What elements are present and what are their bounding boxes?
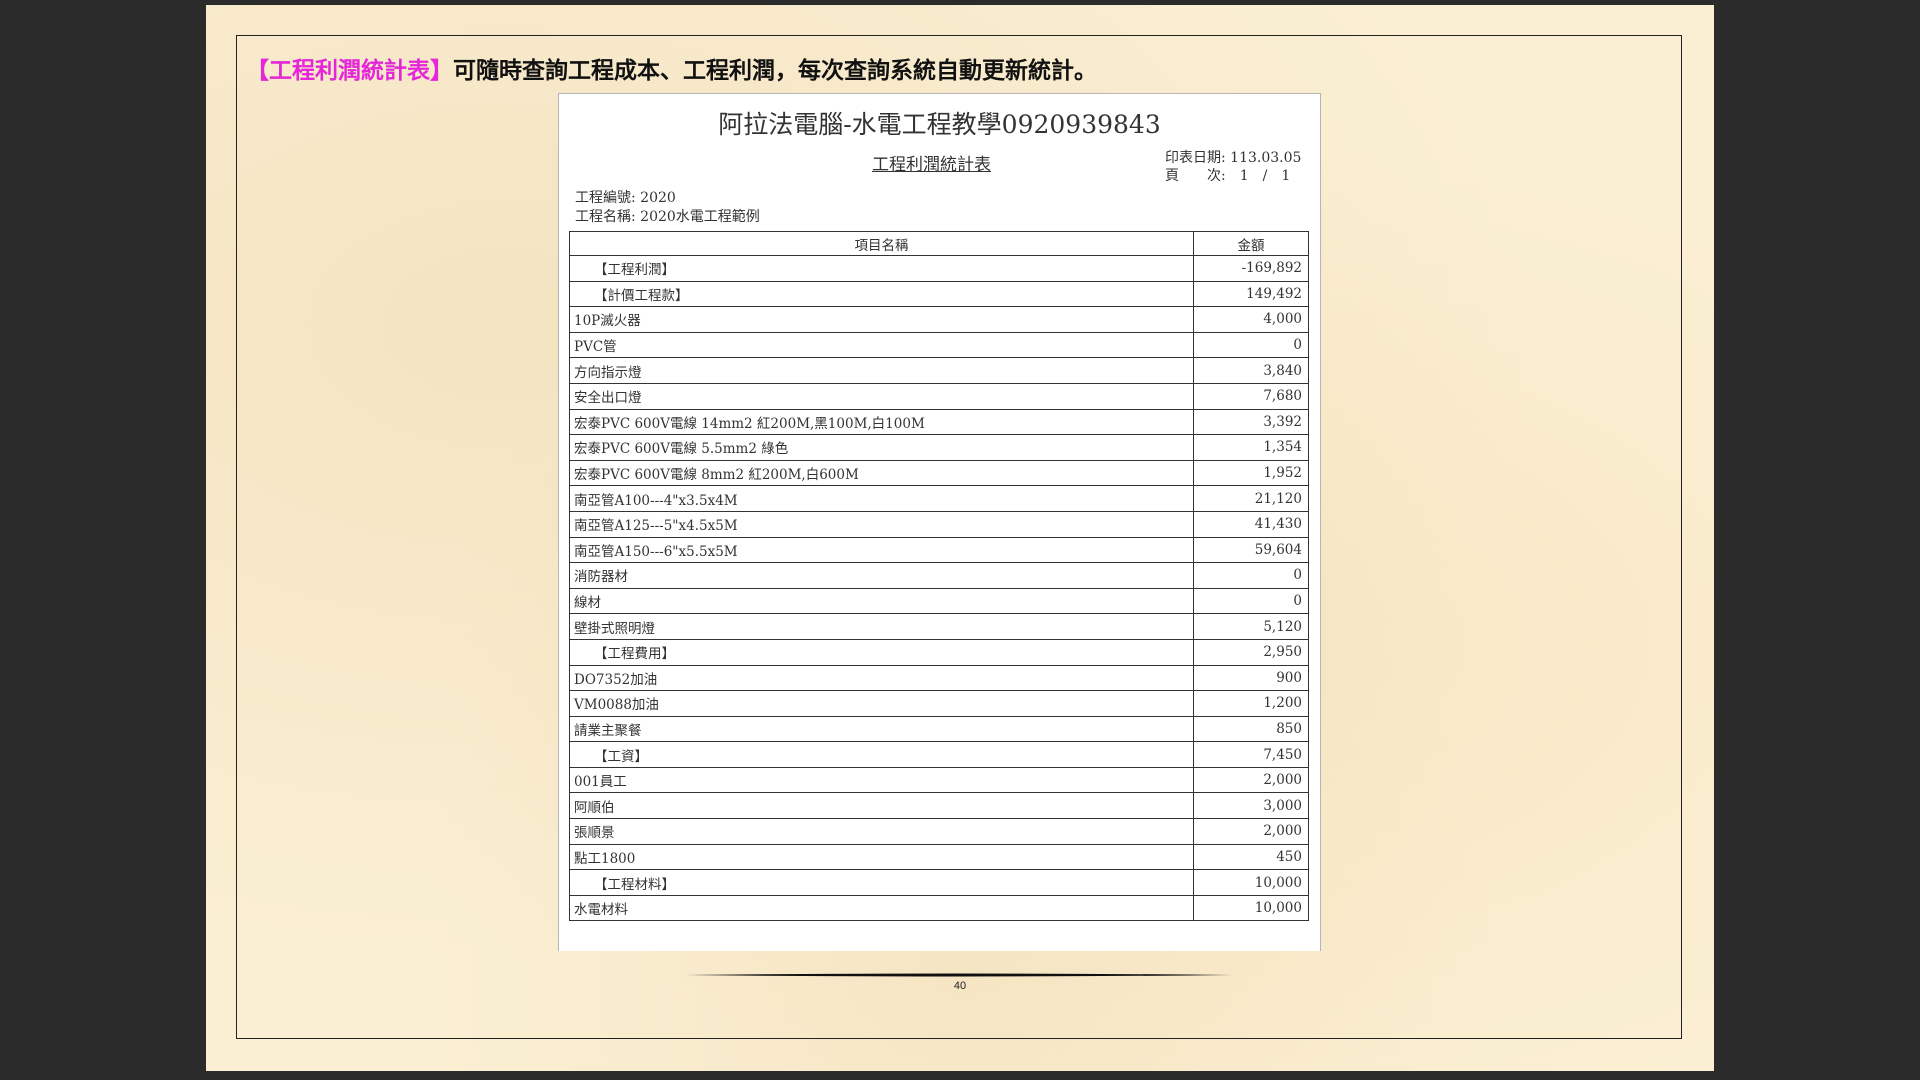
category-name-cell: 【工資】 bbox=[569, 741, 1194, 768]
amount-cell: 7,450 bbox=[1193, 741, 1309, 768]
item-name-cell: 線材 bbox=[569, 587, 1194, 615]
report-meta-right: 印表日期: 113.03.05 頁 次: 1 / 1 bbox=[1165, 149, 1301, 185]
amount-cell: 450 bbox=[1193, 843, 1309, 871]
amount-cell: 5,120 bbox=[1193, 613, 1309, 640]
page-heading: 【工程利潤統計表】可隨時查詢工程成本、工程利潤，每次查詢系統自動更新統計。 bbox=[246, 51, 1097, 85]
item-name-cell: 宏泰PVC 600V電線 5.5mm2 綠色 bbox=[569, 434, 1194, 461]
table-header-row: 項目名稱 金額 bbox=[569, 231, 1309, 256]
item-name-cell: 請業主聚餐 bbox=[569, 715, 1194, 743]
amount-cell: 3,000 bbox=[1193, 792, 1309, 820]
table-row: 【工程利潤】 -169,892 bbox=[569, 255, 1309, 282]
table-row: 請業主聚餐 850 bbox=[569, 715, 1309, 743]
amount-cell: 7,680 bbox=[1193, 382, 1309, 410]
table-row: 【計價工程款】 149,492 bbox=[569, 280, 1309, 308]
amount-cell: 41,430 bbox=[1193, 510, 1309, 538]
profit-table: 項目名稱 金額 【工程利潤】 -169,892 【計價工程款】 149,492 10P滅… bbox=[569, 231, 1309, 922]
table-row: 線材 0 bbox=[569, 587, 1309, 615]
table-row: 10P滅火器 4,000 bbox=[569, 306, 1309, 333]
table-row: DO7352加油 900 bbox=[569, 664, 1309, 692]
column-header-item-name: 項目名稱 bbox=[569, 231, 1194, 256]
table-row: 001員工 2,000 bbox=[569, 766, 1309, 794]
report-title: 工程利潤統計表 bbox=[872, 155, 991, 175]
amount-cell: 0 bbox=[1193, 562, 1309, 589]
heading-text: 可隨時查詢工程成本、工程利潤，每次查詢系統自動更新統計。 bbox=[453, 58, 1097, 84]
item-name-cell: DO7352加油 bbox=[569, 664, 1194, 692]
amount-cell: 1,354 bbox=[1193, 434, 1309, 461]
page-counter: 頁 次: 1 / 1 bbox=[1165, 168, 1291, 184]
table-row: 消防器材 0 bbox=[569, 562, 1309, 589]
item-name-cell: 阿順伯 bbox=[569, 792, 1194, 820]
amount-cell: 59,604 bbox=[1193, 536, 1309, 564]
amount-cell: 900 bbox=[1193, 664, 1309, 692]
amount-cell: 149,492 bbox=[1193, 280, 1309, 308]
item-name-cell: 南亞管A150---6"x5.5x5M bbox=[569, 536, 1194, 564]
table-row: 【工程材料】 10,000 bbox=[569, 869, 1309, 896]
table-row: 【工程費用】 2,950 bbox=[569, 638, 1309, 666]
category-name-cell: 【工程利潤】 bbox=[569, 255, 1194, 282]
amount-cell: 3,840 bbox=[1193, 357, 1309, 384]
item-name-cell: 宏泰PVC 600V電線 8mm2 紅200M,白600M bbox=[569, 459, 1194, 487]
amount-cell: -169,892 bbox=[1193, 255, 1309, 282]
report-screenshot: 阿拉法電腦-水電工程教學0920939843 工程利潤統計表 印表日期: 113… bbox=[558, 93, 1321, 951]
heading-highlight: 【工程利潤統計表】 bbox=[246, 58, 453, 84]
table-row: 宏泰PVC 600V電線 14mm2 紅200M,黑100M,白100M 3,39… bbox=[569, 408, 1309, 436]
amount-cell: 3,392 bbox=[1193, 408, 1309, 436]
item-name-cell: 消防器材 bbox=[569, 562, 1194, 589]
item-name-cell: VM0088加油 bbox=[569, 690, 1194, 717]
amount-cell: 21,120 bbox=[1193, 485, 1309, 512]
amount-cell: 10,000 bbox=[1193, 869, 1309, 896]
table-row: 壁掛式照明燈 5,120 bbox=[569, 613, 1309, 640]
table-row: 南亞管A100---4"x3.5x4M 21,120 bbox=[569, 485, 1309, 512]
amount-cell: 2,000 bbox=[1193, 766, 1309, 794]
page-number: 40 bbox=[953, 980, 967, 992]
amount-cell: 850 bbox=[1193, 715, 1309, 743]
item-name-cell: 點工1800 bbox=[569, 843, 1194, 871]
table-row: 安全出口燈 7,680 bbox=[569, 382, 1309, 410]
table-row: PVC管 0 bbox=[569, 331, 1309, 359]
table-row: 宏泰PVC 600V電線 8mm2 紅200M,白600M 1,952 bbox=[569, 459, 1309, 487]
amount-cell: 2,000 bbox=[1193, 818, 1309, 845]
item-name-cell: 壁掛式照明燈 bbox=[569, 613, 1194, 640]
amount-cell: 4,000 bbox=[1193, 306, 1309, 333]
amount-cell: 1,200 bbox=[1193, 690, 1309, 717]
category-name-cell: 【工程材料】 bbox=[569, 869, 1194, 896]
table-row: 方向指示燈 3,840 bbox=[569, 357, 1309, 384]
item-name-cell: 001員工 bbox=[569, 766, 1194, 794]
table-body: 【工程利潤】 -169,892 【計價工程款】 149,492 10P滅火器 4,000 P… bbox=[569, 255, 1309, 922]
table-row: 水電材料 10,000 bbox=[569, 894, 1309, 922]
table-row: VM0088加油 1,200 bbox=[569, 690, 1309, 717]
footer-divider bbox=[686, 973, 1232, 977]
item-name-cell: PVC管 bbox=[569, 331, 1194, 359]
amount-cell: 0 bbox=[1193, 331, 1309, 359]
project-number: 工程編號: 2020 bbox=[575, 190, 676, 206]
table-row: 阿順伯 3,000 bbox=[569, 792, 1309, 820]
item-name-cell: 方向指示燈 bbox=[569, 357, 1194, 384]
table-row: 點工1800 450 bbox=[569, 843, 1309, 871]
amount-cell: 2,950 bbox=[1193, 638, 1309, 666]
table-row: 張順景 2,000 bbox=[569, 818, 1309, 845]
document-page: 【工程利潤統計表】可隨時查詢工程成本、工程利潤，每次查詢系統自動更新統計。 阿拉… bbox=[206, 5, 1714, 1071]
item-name-cell: 水電材料 bbox=[569, 894, 1194, 922]
project-name: 工程名稱: 2020水電工程範例 bbox=[575, 209, 760, 225]
category-name-cell: 【計價工程款】 bbox=[569, 280, 1194, 308]
amount-cell: 10,000 bbox=[1193, 894, 1309, 922]
table-row: 南亞管A150---6"x5.5x5M 59,604 bbox=[569, 536, 1309, 564]
amount-cell: 0 bbox=[1193, 587, 1309, 615]
print-date: 印表日期: 113.03.05 bbox=[1165, 150, 1302, 166]
category-name-cell: 【工程費用】 bbox=[569, 638, 1194, 666]
project-info: 工程編號: 2020 工程名稱: 2020水電工程範例 bbox=[575, 189, 760, 227]
item-name-cell: 南亞管A125---5"x4.5x5M bbox=[569, 510, 1194, 538]
table-row: 宏泰PVC 600V電線 5.5mm2 綠色 1,354 bbox=[569, 434, 1309, 461]
item-name-cell: 南亞管A100---4"x3.5x4M bbox=[569, 485, 1194, 512]
item-name-cell: 宏泰PVC 600V電線 14mm2 紅200M,黑100M,白100M bbox=[569, 408, 1194, 436]
item-name-cell: 張順景 bbox=[569, 818, 1194, 845]
column-header-amount: 金額 bbox=[1193, 231, 1309, 256]
company-name: 阿拉法電腦-水電工程教學0920939843 bbox=[718, 110, 1161, 139]
item-name-cell: 安全出口燈 bbox=[569, 382, 1194, 410]
item-name-cell: 10P滅火器 bbox=[569, 306, 1194, 333]
table-row: 【工資】 7,450 bbox=[569, 741, 1309, 768]
amount-cell: 1,952 bbox=[1193, 459, 1309, 487]
table-row: 南亞管A125---5"x4.5x5M 41,430 bbox=[569, 510, 1309, 538]
